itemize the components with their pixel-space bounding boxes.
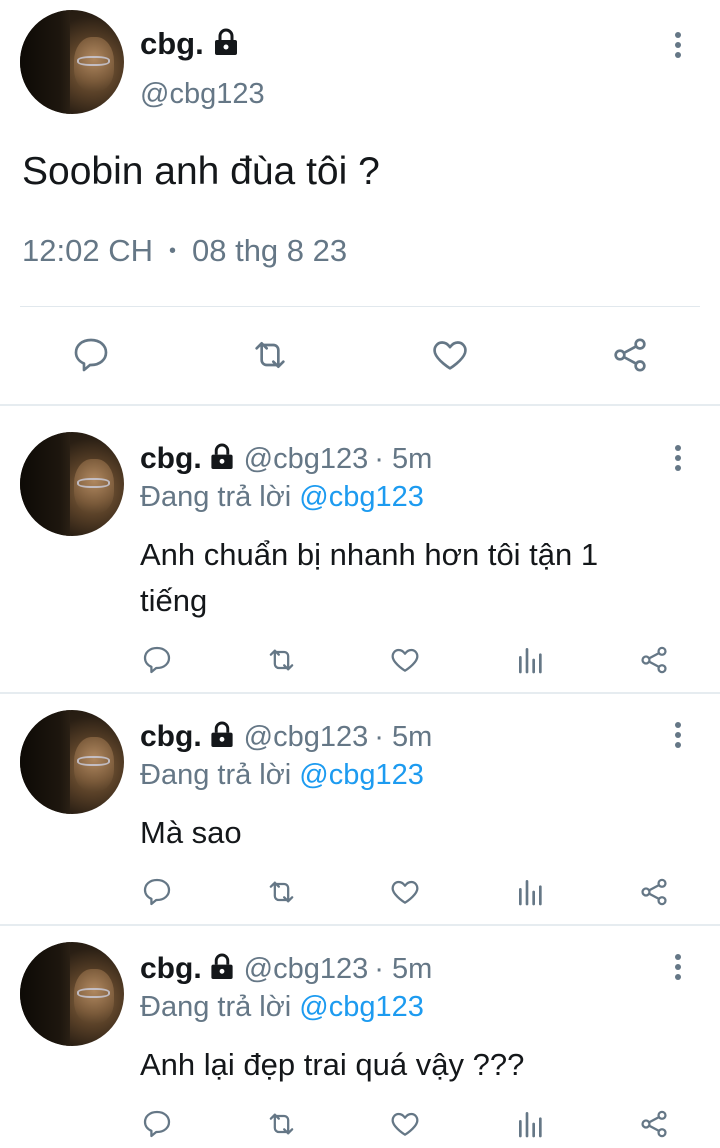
reply-icon[interactable] (141, 1108, 173, 1140)
more-options-icon[interactable] (673, 722, 683, 752)
like-icon[interactable] (389, 876, 421, 908)
avatar[interactable] (20, 710, 124, 814)
section-divider (0, 404, 720, 406)
avatar[interactable] (20, 432, 124, 536)
author-handle[interactable]: @cbg123 (244, 721, 369, 754)
divider (0, 924, 720, 926)
more-options-icon[interactable] (673, 32, 683, 62)
replying-to-line: Đang trả lời @cbg123 (140, 991, 424, 1024)
author-handle[interactable]: @cbg123 (244, 953, 369, 986)
reply-icon[interactable] (71, 335, 111, 375)
lock-icon (210, 443, 234, 475)
reply-time: · 5m (374, 720, 433, 753)
like-icon[interactable] (389, 1108, 421, 1140)
replying-to-link[interactable]: @cbg123 (299, 991, 424, 1023)
share-icon[interactable] (638, 876, 670, 908)
retweet-icon[interactable] (264, 1108, 299, 1140)
author-handle[interactable]: @cbg123 (244, 443, 369, 476)
tweet-timestamp: 12:02 CH • 08 thg 8 23 (22, 233, 347, 269)
replying-to-label: Đang trả lời (140, 991, 292, 1023)
reply-text-line: Mà sao (140, 815, 242, 850)
tweet-text: Soobin anh đùa tôi ? (22, 150, 380, 193)
reply-header: cbg. @cbg123 · 5m (140, 440, 432, 478)
retweet-icon[interactable] (264, 644, 299, 676)
share-icon[interactable] (638, 644, 670, 676)
replying-to-link[interactable]: @cbg123 (299, 759, 424, 791)
reply-time: · 5m (374, 442, 433, 475)
author-name[interactable]: cbg. (140, 952, 202, 986)
analytics-icon[interactable] (515, 1108, 547, 1140)
author-name[interactable]: cbg. (140, 26, 204, 62)
reply-icon[interactable] (141, 876, 173, 908)
reply-header: cbg. @cbg123 · 5m (140, 950, 432, 988)
author-handle[interactable]: @cbg123 (140, 78, 265, 111)
replying-to-label: Đang trả lời (140, 481, 292, 513)
reply-text-line: Anh lại đẹp trai quá vậy ??? (140, 1047, 525, 1082)
tweet-date: 08 thg 8 23 (191, 233, 348, 268)
like-icon[interactable] (389, 644, 421, 676)
replying-to-label: Đang trả lời (140, 759, 292, 791)
divider (20, 306, 700, 307)
retweet-icon[interactable] (248, 335, 292, 375)
reply-time: · 5m (374, 952, 433, 985)
divider (0, 692, 720, 694)
replying-to-line: Đang trả lời @cbg123 (140, 759, 424, 792)
analytics-icon[interactable] (515, 644, 547, 676)
reply-icon[interactable] (141, 644, 173, 676)
share-icon[interactable] (610, 335, 650, 375)
more-options-icon[interactable] (673, 954, 683, 984)
timestamp-separator: • (168, 239, 176, 262)
lock-icon (210, 721, 234, 753)
like-icon[interactable] (430, 335, 470, 375)
retweet-icon[interactable] (264, 876, 299, 908)
avatar[interactable] (20, 10, 124, 114)
analytics-icon[interactable] (515, 876, 547, 908)
share-icon[interactable] (638, 1108, 670, 1140)
tweet-time: 12:02 CH (22, 233, 153, 268)
author-name[interactable]: cbg. (140, 442, 202, 476)
reply-header: cbg. @cbg123 · 5m (140, 718, 432, 756)
author-name-row: cbg. (140, 24, 238, 64)
lock-icon (214, 28, 238, 61)
author-name[interactable]: cbg. (140, 720, 202, 754)
lock-icon (210, 953, 234, 985)
more-options-icon[interactable] (673, 445, 683, 475)
avatar[interactable] (20, 942, 124, 1046)
replying-to-line: Đang trả lời @cbg123 (140, 481, 424, 514)
reply-text-line: Anh chuẩn bị nhanh hơn tôi tận 1 (140, 537, 599, 572)
reply-text-line: tiếng (140, 583, 208, 618)
replying-to-link[interactable]: @cbg123 (299, 481, 424, 513)
